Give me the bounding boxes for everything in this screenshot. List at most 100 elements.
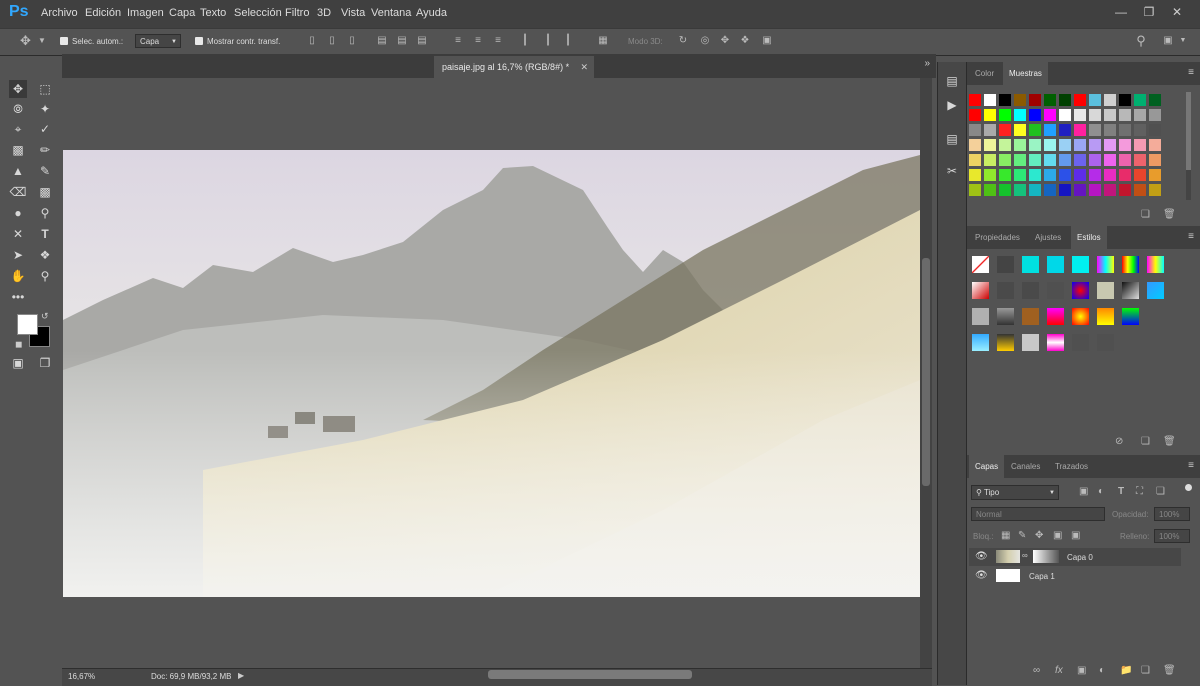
quick-mask-icon[interactable]: ▣ [9, 354, 27, 372]
slide-3d-icon[interactable]: ❖ [740, 35, 750, 47]
layer-mask-thumbnail[interactable] [1033, 550, 1059, 563]
color-swatch[interactable] [999, 124, 1011, 136]
menu-capa[interactable]: Capa [169, 7, 195, 19]
custom-shape-tool-icon[interactable]: ❖ [36, 246, 54, 264]
color-swatch[interactable] [1089, 124, 1101, 136]
color-swatch[interactable] [1149, 124, 1161, 136]
menu-archivo[interactable]: Archivo [41, 7, 78, 19]
minimize-icon[interactable]: — [1108, 3, 1134, 21]
color-swatch[interactable] [999, 184, 1011, 196]
rotate-3d-icon[interactable]: ↻ [678, 35, 688, 47]
color-swatch[interactable] [1059, 94, 1071, 106]
more-tools-icon[interactable]: ••• [9, 288, 27, 306]
color-swatch[interactable] [1089, 184, 1101, 196]
brush-tool-icon[interactable]: ✏ [36, 141, 54, 159]
color-swatch[interactable] [1149, 169, 1161, 181]
color-swatch[interactable] [1044, 154, 1056, 166]
style-preset[interactable] [972, 308, 989, 325]
document-tab[interactable]: paisaje.jpg al 16,7% (RGB/8#) * ✕ [434, 56, 594, 78]
drag-3d-icon[interactable]: ✥ [720, 35, 730, 47]
align-bottom-icon[interactable]: ▯ [347, 35, 357, 47]
color-swatch[interactable] [1134, 94, 1146, 106]
color-swatch[interactable] [1104, 169, 1116, 181]
close-icon[interactable]: ✕ [580, 56, 588, 78]
trash-icon[interactable]: 🗑 [1163, 436, 1176, 447]
color-swatch[interactable] [969, 154, 981, 166]
tab-canales[interactable]: Canales [1005, 455, 1046, 478]
color-swatch[interactable] [1014, 184, 1026, 196]
color-swatch[interactable] [1134, 184, 1146, 196]
healing-brush-tool-icon[interactable]: ▩ [9, 141, 27, 159]
crop-tool-icon[interactable]: ⌖ [9, 120, 27, 138]
style-preset[interactable] [997, 256, 1014, 273]
filter-smart-object-icon[interactable]: ❏ [1156, 486, 1165, 497]
lock-artboard-icon[interactable]: ▣ [1053, 530, 1062, 541]
menu-ventana[interactable]: Ventana [371, 7, 411, 19]
color-swatch[interactable] [1014, 124, 1026, 136]
zoom-tool-icon[interactable]: ⚲ [36, 267, 54, 285]
style-preset[interactable] [1047, 256, 1064, 273]
color-swatch[interactable] [1134, 124, 1146, 136]
color-swatch[interactable] [1029, 94, 1041, 106]
style-preset[interactable] [1097, 308, 1114, 325]
trash-icon[interactable]: 🗑 [1163, 665, 1176, 676]
eye-icon[interactable]: 👁 [975, 551, 988, 562]
color-swatch[interactable] [1059, 154, 1071, 166]
color-swatch[interactable] [984, 124, 996, 136]
style-preset[interactable] [1072, 282, 1089, 299]
color-swatch[interactable] [999, 169, 1011, 181]
tab-ajustes[interactable]: Ajustes [1029, 226, 1067, 249]
color-swatch[interactable] [1059, 184, 1071, 196]
history-brush-tool-icon[interactable]: ✎ [36, 162, 54, 180]
color-swatch[interactable] [1104, 94, 1116, 106]
style-preset[interactable] [1122, 256, 1139, 273]
color-swatch[interactable] [1089, 109, 1101, 121]
color-swatch[interactable] [1119, 94, 1131, 106]
color-swatch[interactable] [969, 109, 981, 121]
color-swatch[interactable] [1014, 109, 1026, 121]
fill-field[interactable]: 100% [1154, 529, 1190, 543]
color-swatch[interactable] [1089, 139, 1101, 151]
style-preset[interactable] [972, 282, 989, 299]
filter-type-icon[interactable]: T [1118, 486, 1124, 497]
menu-vista[interactable]: Vista [341, 7, 365, 19]
search-icon[interactable]: ⚲ [1136, 34, 1146, 47]
color-swatch[interactable] [1104, 124, 1116, 136]
style-preset[interactable] [1022, 334, 1039, 351]
color-swatch[interactable] [984, 109, 996, 121]
hand-tool-icon[interactable]: ✋ [9, 267, 27, 285]
menu-edicion[interactable]: Edición [85, 7, 121, 19]
style-preset[interactable] [1047, 282, 1064, 299]
style-preset[interactable] [1072, 334, 1089, 351]
collapse-panels-icon[interactable]: » [924, 58, 930, 69]
tab-trazados[interactable]: Trazados [1049, 455, 1094, 478]
color-swatch[interactable] [969, 139, 981, 151]
tab-muestras[interactable]: Muestras [1003, 62, 1048, 85]
auto-align-icon[interactable]: ▦ [598, 35, 608, 47]
color-swatch[interactable] [999, 94, 1011, 106]
color-swatch[interactable] [1044, 109, 1056, 121]
color-swatch[interactable] [1149, 94, 1161, 106]
color-swatch[interactable] [1074, 139, 1086, 151]
restore-icon[interactable]: ❐ [1136, 3, 1162, 21]
style-preset[interactable] [1072, 308, 1089, 325]
dodge-tool-icon[interactable]: ⚲ [36, 204, 54, 222]
distribute-vcenter-icon[interactable]: ≡ [473, 35, 483, 47]
menu-ayuda[interactable]: Ayuda [416, 7, 447, 19]
color-swatch[interactable] [1149, 139, 1161, 151]
color-swatch[interactable] [1134, 154, 1146, 166]
add-mask-icon[interactable]: ▣ [1077, 665, 1086, 676]
color-swatch[interactable] [969, 184, 981, 196]
style-preset[interactable] [997, 282, 1014, 299]
magic-wand-tool-icon[interactable]: ✦ [36, 100, 54, 118]
align-vcenter-icon[interactable]: ▯ [327, 35, 337, 47]
color-swatch[interactable] [1149, 109, 1161, 121]
color-swatch[interactable] [1149, 154, 1161, 166]
color-swatch[interactable] [1014, 154, 1026, 166]
paint-bucket-tool-icon[interactable]: ▩ [36, 183, 54, 201]
swatches-scroll-thumb[interactable] [1186, 92, 1191, 170]
lock-all-icon[interactable]: ▣ [1071, 530, 1080, 541]
eye-icon[interactable]: 👁 [975, 570, 988, 581]
color-swatch[interactable] [1089, 169, 1101, 181]
doc-size[interactable]: Doc: 69,9 MB/93,2 MB [151, 672, 231, 681]
